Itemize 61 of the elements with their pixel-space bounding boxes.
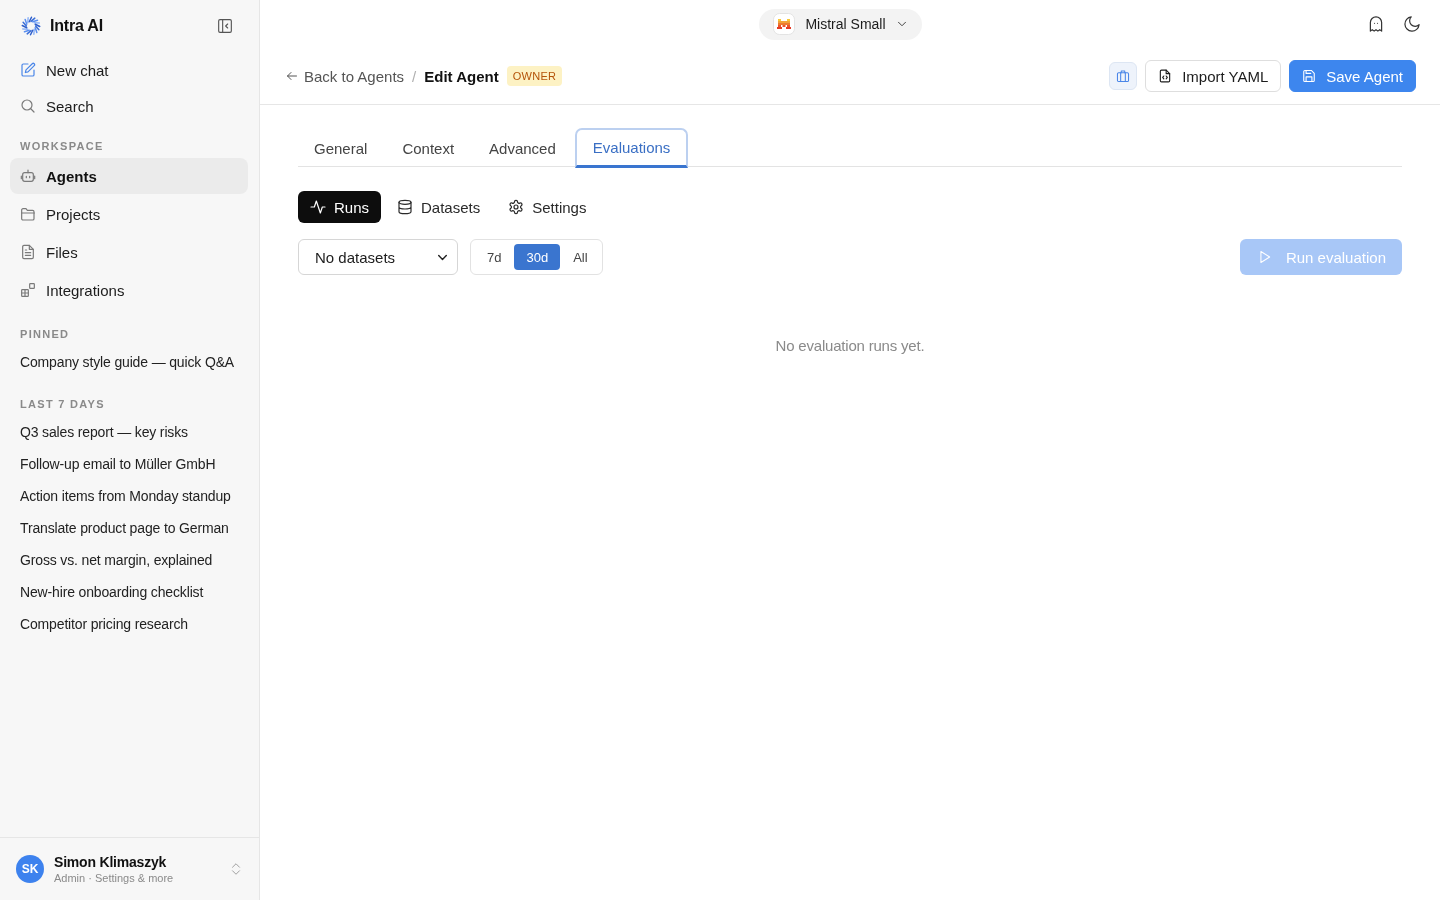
save-button[interactable]: Save Agent (1289, 60, 1416, 92)
briefcase-icon (1116, 69, 1131, 83)
chevron-up-down-icon (229, 862, 243, 876)
model-logo-icon (773, 13, 796, 35)
gear-icon (508, 199, 525, 215)
file-code-icon (1158, 69, 1173, 83)
tab[interactable]: Evaluations (574, 128, 689, 168)
range-option[interactable]: 30d (514, 244, 561, 270)
nav-item[interactable]: Integrations (10, 272, 248, 308)
section-heading: PINNED (20, 328, 70, 340)
chat-history-item[interactable]: Competitor pricing research (10, 608, 248, 640)
database-icon (397, 199, 414, 215)
nav-item[interactable]: Files (10, 234, 248, 270)
breadcrumb-separator: / (412, 67, 417, 85)
subtab[interactable]: Runs (298, 191, 382, 223)
dataset-select[interactable]: No datasets (298, 239, 458, 275)
sunburst-logo-icon (21, 16, 41, 36)
robot-icon (20, 168, 36, 184)
sidebar-collapse-icon[interactable] (217, 18, 233, 34)
chat-history-item[interactable]: Translate product page to German (10, 512, 248, 544)
new-chat-button[interactable]: New chat (10, 52, 248, 88)
chat-history-item[interactable]: Company style guide — quick Q&A (10, 346, 248, 378)
import-button[interactable]: Import YAML (1145, 60, 1282, 92)
nav-item[interactable]: Projects (10, 196, 248, 232)
search-icon (20, 98, 36, 114)
empty-state-text: No evaluation runs yet. (775, 337, 925, 354)
model-selector[interactable]: Mistral Small (759, 8, 922, 40)
folder-icon (20, 206, 36, 222)
range-option[interactable]: All (564, 244, 597, 270)
brand-name: Intra AI (50, 17, 103, 35)
chat-history-item[interactable]: New-hire onboarding checklist (10, 576, 248, 608)
section-heading: WORKSPACE (20, 140, 104, 152)
user-subtitle: Admin · Settings & more (54, 872, 175, 884)
tab[interactable]: Context (386, 128, 471, 168)
subtab[interactable]: Datasets (385, 191, 493, 223)
role-badge: OWNER (506, 66, 563, 86)
briefcase-button[interactable] (1109, 62, 1138, 90)
nav-item[interactable]: Agents (10, 158, 248, 194)
page-title: Edit Agent (424, 67, 499, 85)
moon-icon[interactable] (1403, 15, 1421, 33)
play-icon (1257, 250, 1272, 264)
blocks-icon (20, 282, 36, 298)
user-menu[interactable]: SK Simon Klimaszyk Admin · Settings & more (0, 837, 259, 900)
user-name: Simon Klimaszyk (54, 854, 168, 870)
subtab[interactable]: Settings (496, 191, 599, 223)
chat-history-item[interactable]: Action items from Monday standup (10, 480, 248, 512)
chat-history-item[interactable]: Follow-up email to Müller GmbH (10, 448, 248, 480)
search-button[interactable]: Search (10, 88, 248, 124)
tab[interactable]: Advanced (473, 128, 572, 168)
chat-history-item[interactable]: Gross vs. net margin, explained (10, 544, 248, 576)
section-heading: LAST 7 DAYS (20, 398, 105, 410)
back-link[interactable]: Back to Agents (286, 67, 405, 85)
tab[interactable]: General (298, 128, 384, 168)
ghost-icon[interactable] (1367, 15, 1385, 33)
user-avatar: SK (16, 855, 44, 883)
chat-history-item[interactable]: Q3 sales report — key risks (10, 416, 248, 448)
pulse-icon (310, 199, 326, 215)
arrow-left-icon (286, 70, 298, 82)
file-icon (20, 244, 36, 260)
pencil-square-icon (20, 62, 36, 78)
range-option[interactable]: 7d (478, 244, 511, 270)
